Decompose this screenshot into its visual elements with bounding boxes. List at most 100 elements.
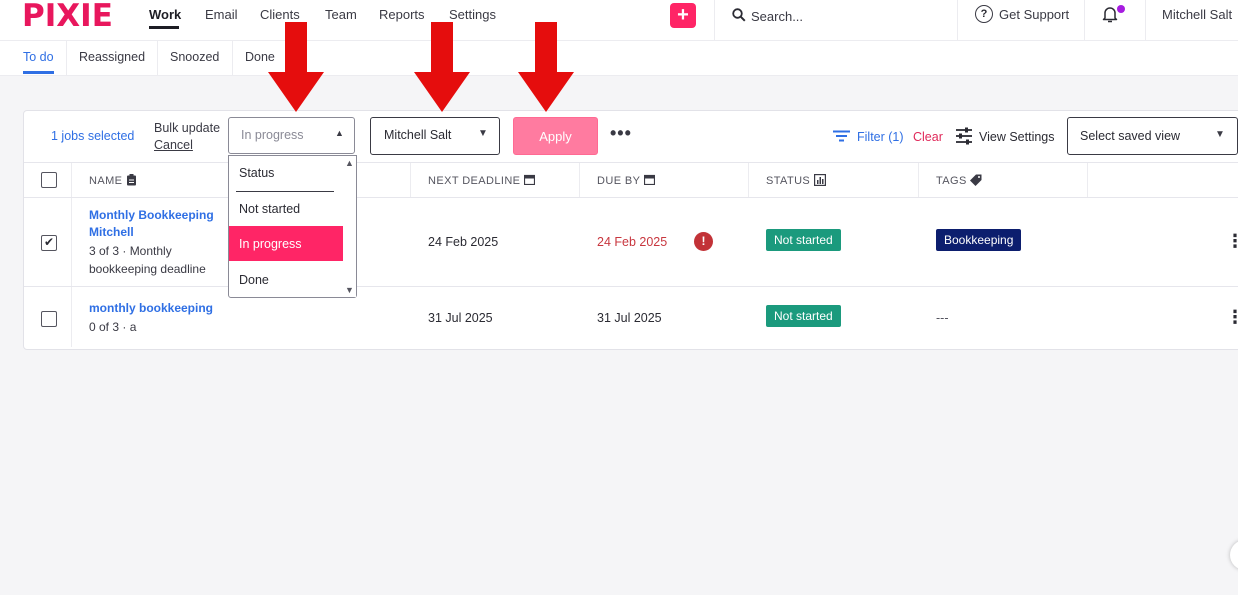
job-title-line: Mitchell bbox=[89, 225, 134, 239]
search-input[interactable]: Search... bbox=[751, 9, 803, 24]
dropdown-scrollbar[interactable] bbox=[343, 156, 356, 297]
tab-divider bbox=[232, 41, 233, 75]
caret-down-icon: ▼ bbox=[478, 128, 488, 139]
divider bbox=[24, 162, 1238, 163]
job-title-link[interactable]: monthly bookkeeping bbox=[89, 300, 213, 317]
header-status-label: STATUS bbox=[766, 175, 811, 187]
tab-snoozed[interactable]: Snoozed bbox=[170, 50, 219, 64]
tab-divider bbox=[66, 41, 67, 75]
nav-divider bbox=[1084, 0, 1085, 40]
column-divider bbox=[71, 287, 72, 347]
view-settings-button[interactable]: View Settings bbox=[979, 130, 1055, 144]
column-divider bbox=[1087, 163, 1088, 198]
select-all-checkbox[interactable] bbox=[41, 172, 57, 188]
notification-dot bbox=[1117, 5, 1125, 13]
status-badge[interactable]: Not started bbox=[766, 305, 841, 327]
add-new-button[interactable]: + bbox=[670, 3, 696, 28]
nav-divider bbox=[1145, 0, 1146, 40]
clipboard-icon bbox=[126, 174, 136, 186]
clear-filter-link[interactable]: Clear bbox=[913, 130, 943, 144]
user-menu[interactable]: Mitchell Salt bbox=[1162, 7, 1232, 22]
row-menu-icon[interactable]: ⋮ bbox=[1226, 232, 1238, 250]
tag-icon bbox=[970, 174, 982, 186]
dropdown-divider bbox=[236, 191, 334, 192]
filter-button[interactable]: Filter (1) bbox=[857, 130, 904, 144]
tab-reassigned[interactable]: Reassigned bbox=[79, 50, 145, 64]
nav-divider bbox=[957, 0, 958, 40]
header-name-label: NAME bbox=[89, 175, 123, 187]
column-divider bbox=[748, 163, 749, 198]
filter-icon[interactable] bbox=[833, 130, 850, 142]
header-name[interactable]: NAME bbox=[89, 174, 137, 187]
header-due-by[interactable]: DUE BY bbox=[597, 174, 655, 187]
tag-empty: --- bbox=[936, 311, 949, 325]
annotation-arrow-icon bbox=[518, 22, 574, 112]
row-checkbox[interactable] bbox=[41, 311, 57, 327]
bar-chart-icon bbox=[813, 174, 826, 187]
tab-active-underline bbox=[23, 71, 54, 74]
row-menu-icon[interactable]: ⋮ bbox=[1226, 308, 1238, 326]
next-deadline-cell: 31 Jul 2025 bbox=[428, 311, 493, 325]
header-due-by-label: DUE BY bbox=[597, 175, 641, 187]
apply-button[interactable]: Apply bbox=[513, 117, 598, 155]
column-divider bbox=[410, 163, 411, 198]
header-tags-label: TAGS bbox=[936, 175, 967, 187]
column-divider bbox=[71, 163, 72, 198]
tab-divider bbox=[157, 41, 158, 75]
caret-up-icon: ▲ bbox=[335, 128, 344, 138]
header-next-deadline-label: NEXT DEADLINE bbox=[428, 175, 521, 187]
bulk-assignee-value: Mitchell Salt bbox=[384, 128, 452, 142]
job-progress-line: 3 of 3 · Monthly bbox=[89, 244, 172, 258]
overdue-alert-icon[interactable]: ! bbox=[694, 232, 713, 251]
help-icon[interactable]: ? bbox=[975, 5, 993, 23]
saved-view-placeholder: Select saved view bbox=[1080, 129, 1181, 143]
column-divider bbox=[579, 163, 580, 198]
nav-divider bbox=[714, 0, 715, 40]
nav-active-underline bbox=[149, 26, 179, 29]
jobs-selected-count: 1 jobs selected bbox=[51, 129, 135, 143]
annotation-arrow-icon bbox=[414, 22, 470, 112]
nav-settings[interactable]: Settings bbox=[449, 7, 496, 22]
job-progress: 3 of 3 · Monthly bookkeeping deadline bbox=[89, 242, 206, 278]
row-checkbox-checked[interactable]: ✔ bbox=[41, 235, 57, 251]
nav-reports[interactable]: Reports bbox=[379, 7, 425, 22]
annotation-arrow-icon bbox=[268, 22, 324, 112]
bulk-update-label: Bulk update bbox=[154, 121, 221, 135]
get-support-link[interactable]: Get Support bbox=[999, 7, 1069, 22]
due-by-cell: 31 Jul 2025 bbox=[597, 311, 662, 325]
calendar-icon bbox=[643, 174, 655, 186]
job-title-link[interactable]: Monthly Bookkeeping Mitchell bbox=[89, 207, 214, 241]
column-divider bbox=[71, 198, 72, 286]
caret-down-icon: ▼ bbox=[1215, 129, 1225, 140]
nav-team[interactable]: Team bbox=[325, 7, 357, 22]
nav-clients[interactable]: Clients bbox=[260, 7, 300, 22]
next-deadline-cell: 24 Feb 2025 bbox=[428, 235, 499, 249]
tab-to-do[interactable]: To do bbox=[23, 50, 54, 64]
nav-work[interactable]: Work bbox=[149, 7, 181, 22]
cancel-link[interactable]: Cancel bbox=[154, 138, 193, 152]
header-tags[interactable]: TAGS bbox=[936, 174, 982, 187]
more-options-icon[interactable]: ••• bbox=[610, 123, 632, 144]
dropdown-option-not-started[interactable]: Not started bbox=[239, 202, 300, 216]
status-badge[interactable]: Not started bbox=[766, 229, 841, 251]
sliders-icon[interactable] bbox=[955, 127, 973, 145]
dropdown-option-in-progress[interactable]: In progress bbox=[239, 237, 302, 251]
tag-badge[interactable]: Bookkeeping bbox=[936, 229, 1022, 251]
pixie-logo[interactable]: PIXIE bbox=[22, 0, 113, 32]
calendar-icon bbox=[523, 174, 535, 186]
job-title-line: Monthly Bookkeeping bbox=[89, 208, 214, 222]
bulk-status-value: In progress bbox=[241, 128, 304, 142]
search-icon bbox=[732, 8, 746, 22]
chat-widget-button[interactable] bbox=[1230, 540, 1238, 570]
scroll-down-icon[interactable]: ▼ bbox=[345, 285, 354, 295]
job-progress-line: bookkeeping deadline bbox=[89, 262, 206, 276]
column-divider bbox=[918, 163, 919, 198]
due-by-cell: 24 Feb 2025 bbox=[597, 235, 668, 249]
header-status[interactable]: STATUS bbox=[766, 174, 826, 187]
scroll-up-icon[interactable]: ▲ bbox=[345, 158, 354, 168]
job-progress: 0 of 3 · a bbox=[89, 320, 137, 334]
header-next-deadline[interactable]: NEXT DEADLINE bbox=[428, 174, 535, 187]
nav-email[interactable]: Email bbox=[205, 7, 238, 22]
dropdown-option-status-header: Status bbox=[239, 166, 275, 180]
dropdown-option-done[interactable]: Done bbox=[239, 273, 269, 287]
